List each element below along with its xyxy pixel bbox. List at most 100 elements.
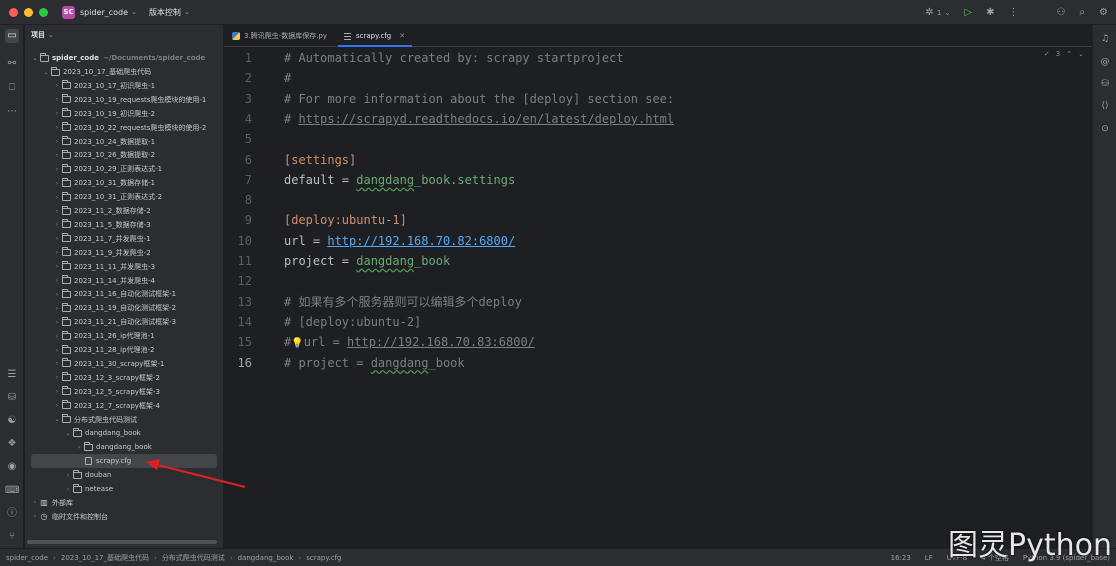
- tree-folder-item[interactable]: › 2023_10_31_正则表达式-2: [25, 190, 223, 204]
- code-line[interactable]: 1 # Automatically created by: scrapy star…: [224, 48, 1092, 68]
- tab-scrapy-cfg[interactable]: scrapy.cfg ✕: [336, 25, 414, 47]
- tree-folder-item[interactable]: › 2023_12_3_scrapy框架-2: [25, 371, 223, 385]
- code-line[interactable]: 13 # 如果有多个服务器则可以编辑多个deploy: [224, 292, 1092, 312]
- chevron-right-icon[interactable]: ›: [53, 360, 61, 367]
- tree-folder-item[interactable]: › 2023_11_2_数据存储-2: [25, 204, 223, 218]
- chevron-right-icon[interactable]: ›: [53, 388, 61, 395]
- chevron-right-icon[interactable]: ›: [53, 194, 61, 201]
- todo-list-icon[interactable]: ☰: [5, 368, 19, 382]
- chevron-right-icon[interactable]: ›: [53, 333, 61, 340]
- chevron-right-icon[interactable]: ›: [53, 152, 61, 159]
- chevron-right-icon[interactable]: ›: [53, 374, 61, 381]
- problems-icon[interactable]: ⓘ: [5, 507, 19, 521]
- tree-folder-item[interactable]: › 2023_11_9_并发爬虫-2: [25, 246, 223, 260]
- code-line[interactable]: 6 [settings]: [224, 150, 1092, 170]
- chevron-right-icon[interactable]: ›: [53, 96, 61, 103]
- code-line[interactable]: 10 url = http://192.168.70.82:6800/: [224, 231, 1092, 251]
- chevron-right-icon[interactable]: ›: [64, 486, 72, 493]
- ai-assistant-icon[interactable]: @: [1099, 56, 1111, 68]
- tree-folder-item[interactable]: › 2023_11_14_并发爬虫-4: [25, 274, 223, 288]
- tree-root[interactable]: ⌄ spider_code ~/Documents/spider_code: [25, 51, 223, 65]
- zoom-window-button[interactable]: [39, 7, 48, 17]
- chevron-right-icon[interactable]: ›: [53, 402, 61, 409]
- chevron-right-icon[interactable]: ›: [31, 499, 39, 506]
- code-line[interactable]: 8: [224, 190, 1092, 210]
- chevron-right-icon[interactable]: ›: [53, 235, 61, 242]
- tab-tencent-spider[interactable]: 3.腾讯爬虫-数据库保存.py: [224, 25, 336, 47]
- notifications-icon[interactable]: ♫: [1099, 33, 1111, 45]
- tree-folder-item[interactable]: › 2023_11_11_并发爬虫-3: [25, 260, 223, 274]
- chevron-right-icon[interactable]: ›: [53, 124, 61, 131]
- chevron-down-icon[interactable]: ⌄: [64, 430, 72, 437]
- tree-folder-item[interactable]: › 2023_11_28_ip代理池-2: [25, 343, 223, 357]
- project-badge[interactable]: SC: [62, 5, 75, 19]
- breadcrumb-item[interactable]: scrapy.cfg: [306, 554, 341, 562]
- tree-folder-item[interactable]: ⌄ dangdang_book: [25, 426, 223, 440]
- bookmark-icon[interactable]: ⎕: [5, 81, 19, 95]
- breadcrumb-item[interactable]: dangdang_book: [238, 554, 294, 562]
- python-packages-icon[interactable]: ⛁: [5, 391, 19, 405]
- more-tools-icon[interactable]: ⋯: [5, 105, 19, 119]
- tree-folder-item[interactable]: › douban: [25, 468, 223, 482]
- tree-folder-item[interactable]: › netease: [25, 482, 223, 496]
- chevron-right-icon[interactable]: ›: [53, 138, 61, 145]
- tree-folder-item[interactable]: › 2023_10_26_数据提取-2: [25, 148, 223, 162]
- breadcrumb-item[interactable]: 2023_10_17_基础爬虫代码: [61, 553, 149, 563]
- code-line[interactable]: 15 #💡url = http://192.168.70.83:6800/: [224, 332, 1092, 352]
- code-line[interactable]: 12: [224, 271, 1092, 291]
- services-icon[interactable]: ◉: [5, 460, 19, 474]
- breadcrumb-item[interactable]: 分布式爬虫代码测试: [162, 553, 225, 563]
- tree-folder-item[interactable]: › 2023_10_17_初识爬虫-1: [25, 79, 223, 93]
- search-icon[interactable]: ⌕: [1079, 7, 1085, 18]
- tree-folder-item[interactable]: › 2023_12_7_scrapy框架-4: [25, 399, 223, 413]
- tree-folder-item[interactable]: › 2023_11_30_scrapy框架-1: [25, 357, 223, 371]
- chevron-right-icon[interactable]: ›: [53, 166, 61, 173]
- more-actions-icon[interactable]: ⋮: [1008, 7, 1018, 18]
- tree-folder-item[interactable]: › 2023_10_19_初识爬虫-2: [25, 107, 223, 121]
- chevron-right-icon[interactable]: ›: [53, 208, 61, 215]
- code-line[interactable]: 4 # https://scrapyd.readthedocs.io/en/lat…: [224, 109, 1092, 129]
- line-separator[interactable]: LF: [925, 554, 933, 562]
- tree-folder-item[interactable]: › dangdang_book: [25, 440, 223, 454]
- tree-folder-item[interactable]: › 2023_11_19_自动化测试框架-2: [25, 301, 223, 315]
- tree-folder-item[interactable]: › 2023_12_5_scrapy框架-3: [25, 385, 223, 399]
- tree-folder-item[interactable]: › 2023_11_16_自动化测试框架-1: [25, 287, 223, 301]
- project-folder-icon[interactable]: ▭: [5, 29, 19, 43]
- tree-folder-item[interactable]: › 2023_11_5_数据存储-3: [25, 218, 223, 232]
- chevron-right-icon[interactable]: ›: [53, 82, 61, 89]
- chevron-right-icon[interactable]: ›: [53, 110, 61, 117]
- python-console-icon[interactable]: ☯: [5, 414, 19, 428]
- database-icon[interactable]: ⛁: [1099, 78, 1111, 90]
- code-line[interactable]: 11 project = dangdang_book: [224, 251, 1092, 271]
- terminal-icon[interactable]: ⌨: [5, 484, 19, 498]
- code-line[interactable]: 14 # [deploy:ubuntu-2]: [224, 312, 1092, 332]
- tree-folder-item[interactable]: › 2023_10_19_requests爬虫模块的使用-1: [25, 93, 223, 107]
- tree-folder-item[interactable]: › 2023_11_26_ip代理池-1: [25, 329, 223, 343]
- chevron-right-icon[interactable]: ›: [53, 263, 61, 270]
- project-panel-header[interactable]: 项目 ⌄: [25, 25, 223, 45]
- endpoints-icon[interactable]: ⊙: [1099, 123, 1111, 135]
- chevron-right-icon[interactable]: ›: [53, 221, 61, 228]
- run-config-selector[interactable]: ✲ 1 ⌄: [925, 7, 950, 18]
- horizontal-scrollbar[interactable]: [27, 540, 217, 544]
- chevron-right-icon[interactable]: ›: [53, 277, 61, 284]
- close-icon[interactable]: ✕: [399, 32, 405, 40]
- chevron-right-icon[interactable]: ›: [53, 305, 61, 312]
- minimize-window-button[interactable]: [24, 7, 33, 17]
- tree-file-item[interactable]: scrapy.cfg: [31, 454, 217, 469]
- tree-folder-item[interactable]: ⌄ 分布式爬虫代码测试: [25, 413, 223, 427]
- code-with-me-icon[interactable]: ⟨⟩: [1099, 100, 1111, 112]
- run-button[interactable]: ▷: [964, 7, 972, 18]
- debug-button[interactable]: ✱: [986, 7, 994, 18]
- tree-folder-item[interactable]: › 2023_10_24_数据提取-1: [25, 135, 223, 149]
- chevron-down-icon[interactable]: ⌄: [31, 55, 39, 62]
- chevron-right-icon[interactable]: ›: [64, 472, 72, 479]
- close-window-button[interactable]: [9, 7, 18, 17]
- code-line[interactable]: 5: [224, 129, 1092, 149]
- tree-folder-item[interactable]: › ◷ 临时文件和控制台: [25, 510, 223, 524]
- tree-folder-item[interactable]: › ▥ 外部库: [25, 496, 223, 510]
- code-editor[interactable]: ✓ 3 ⌃ ⌄ 1 # Automatically created by: scr…: [224, 48, 1092, 548]
- code-line[interactable]: 7 default = dangdang_book.settings: [224, 170, 1092, 190]
- tree-folder-item[interactable]: › 2023_11_21_自动化测试框架-3: [25, 315, 223, 329]
- gear-icon[interactable]: ⚙: [1099, 7, 1108, 18]
